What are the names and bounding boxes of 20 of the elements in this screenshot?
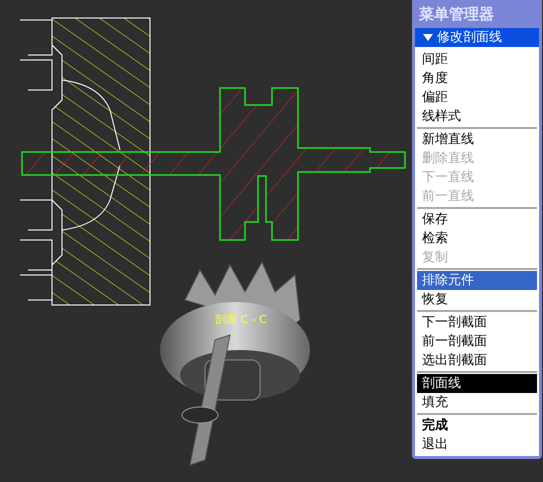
menu-title: 菜单管理器 (418, 4, 495, 25)
menu-item[interactable]: 检索 (417, 229, 537, 248)
menu-item[interactable]: 下一剖截面 (417, 313, 537, 332)
menu-item[interactable]: 前一剖截面 (417, 332, 537, 351)
menu-item[interactable]: 排除元件 (417, 271, 537, 290)
menu-item[interactable]: 保存 (417, 210, 537, 229)
menu-item[interactable]: 退出 (417, 435, 537, 454)
menu-item[interactable]: 剖面线 (417, 374, 537, 393)
menu-item[interactable]: 新增直线 (417, 130, 537, 149)
menu-item[interactable]: 恢复 (417, 290, 537, 309)
menu-item[interactable]: 完成 (417, 416, 537, 435)
menu-item[interactable]: 偏距 (417, 88, 537, 107)
expand-triangle-icon (423, 34, 433, 41)
menu-header[interactable]: 修改剖面线 (415, 28, 539, 47)
section-label: 剖面 C - C (215, 312, 267, 328)
menu-item[interactable]: 选出剖截面 (417, 351, 537, 370)
menu-item[interactable]: 线样式 (417, 107, 537, 126)
menu-item[interactable]: 间距 (417, 50, 537, 69)
menu-item[interactable]: 填充 (417, 393, 537, 412)
menu-item[interactable]: 角度 (417, 69, 537, 88)
